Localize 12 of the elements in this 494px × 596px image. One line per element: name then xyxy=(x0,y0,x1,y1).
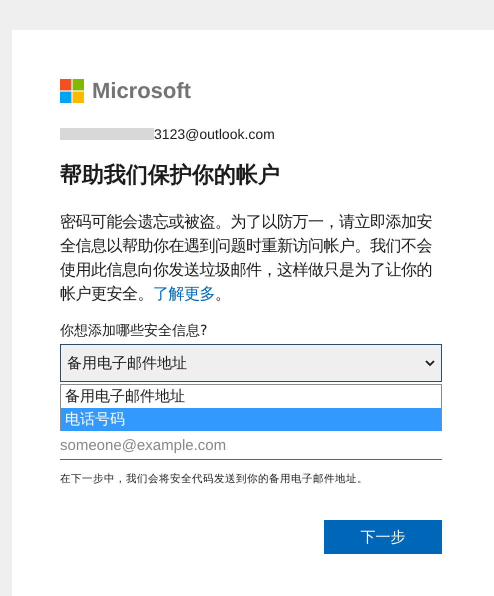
learn-more-link[interactable]: 了解更多 xyxy=(153,284,215,303)
question-label: 你想添加哪些安全信息? xyxy=(60,322,208,340)
logo-icon xyxy=(60,79,84,103)
account-email: 3123@outlook.com xyxy=(154,126,275,142)
brand-name: Microsoft xyxy=(92,78,191,104)
note-text: 在下一步中，我们会将安全代码发送到你的备用电子邮件地址。 xyxy=(60,472,369,486)
chevron-down-icon xyxy=(425,360,435,366)
dropdown-option[interactable]: 电话号码 xyxy=(61,408,441,431)
description-text: 密码可能会遗忘或被盗。为了以防万一，请立即添加安全信息以帮助你在遇到问题时重新访问帐户。我们不会使用此信息向你发送垃圾邮件，这样做只是为了让你的帐户更安全。了解更多。 xyxy=(60,211,433,305)
next-button[interactable]: 下一步 xyxy=(324,520,442,554)
page-title: 帮助我们保护你的帐户 xyxy=(60,162,281,190)
security-info-select[interactable]: 备用电子邮件地址 xyxy=(60,344,442,382)
